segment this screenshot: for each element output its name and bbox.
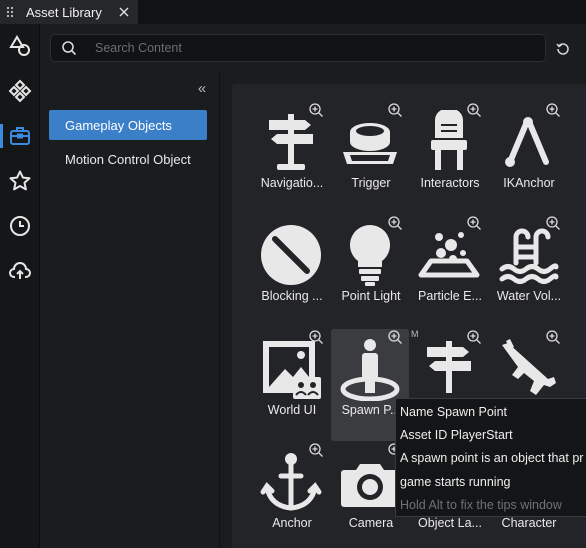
zoom-in-icon[interactable] [545,215,561,231]
title-tab-bar: Asset Library [0,0,586,24]
zoom-in-icon[interactable] [466,215,482,231]
asset-tile-world-ui[interactable]: World UI [252,329,330,441]
rail-toolbox-button[interactable] [0,116,40,156]
rail-favorites-button[interactable] [0,161,40,201]
refresh-icon[interactable] [552,38,574,60]
asset-tile-blocking[interactable]: Blocking ... [252,215,330,327]
zoom-in-icon[interactable] [466,329,482,345]
asset-tile-interactors[interactable]: Interactors [410,102,488,214]
blocking-volume-icon [261,225,321,285]
asset-label: IKAnchor [503,176,555,190]
asset-label: Navigatio... [260,176,324,190]
asset-tile-ikanchor[interactable]: IKAnchor [489,102,567,214]
asset-tile-water-volume[interactable]: Water Vol... [489,215,567,327]
rail-component-button[interactable] [0,71,40,111]
asset-label: World UI [267,403,317,417]
shapes-icon [9,35,30,56]
world-ui-icon [263,341,321,399]
rail-upload-button[interactable] [0,251,40,291]
anchor-icon [260,453,322,511]
zoom-in-icon[interactable] [387,215,403,231]
zoom-in-icon[interactable] [387,102,403,118]
left-rail [0,24,40,548]
asset-tile-point-light[interactable]: Point Light [331,215,409,327]
zoom-in-icon[interactable] [308,329,324,345]
asset-tile-navigation[interactable]: Navigatio... [252,102,330,214]
asset-tile-anchor[interactable]: Anchor [252,442,330,548]
asset-tile-trigger[interactable]: Trigger [331,102,409,214]
asset-label: Blocking ... [261,289,323,303]
light-bulb-icon [350,225,390,286]
camera-icon [341,464,399,507]
toolbox-icon [10,127,30,145]
zoom-in-icon[interactable] [308,442,324,458]
rail-shapes-button[interactable] [0,26,40,66]
search-bar [50,34,546,62]
tab-title: Asset Library [26,4,102,20]
zoom-in-icon[interactable] [308,102,324,118]
zoom-in-icon[interactable] [387,329,403,345]
cloud-upload-icon [9,262,31,279]
asset-tooltip: Name Spawn Point Asset ID PlayerStart A … [395,398,586,517]
asset-label: Particle E... [418,289,482,303]
spawn-point-icon [340,339,400,401]
rail-recent-button[interactable] [0,206,40,246]
search-input[interactable] [95,41,525,55]
drag-grip-icon[interactable] [0,0,20,24]
asset-label: Point Light [341,289,401,303]
category-gameplay-objects[interactable]: Gameplay Objects [49,110,207,140]
search-icon [51,35,87,61]
particle-emitter-icon [418,232,480,278]
asset-label: Trigger [351,176,391,190]
zoom-in-icon[interactable] [545,102,561,118]
category-motion-control-object[interactable]: Motion Control Object [49,144,207,174]
zoom-in-icon[interactable] [466,102,482,118]
trigger-button-icon [343,123,397,164]
water-volume-icon [499,228,559,284]
signpost-icon [269,114,313,170]
tooltip-description-line-2: game starts running [400,474,511,489]
tooltip-name: Name Spawn Point [400,405,508,419]
asset-library-tab[interactable]: Asset Library [0,0,138,24]
component-icon [8,79,32,103]
zoom-in-icon[interactable] [545,329,561,345]
collapse-panel-icon[interactable]: « [192,80,212,97]
ik-anchor-icon [505,117,549,167]
asset-tile-particle-emitter[interactable]: Particle E... [410,215,488,327]
tooltip-description-line-1: A spawn point is an object that pr [400,451,584,466]
tooltip-asset-id: Asset ID PlayerStart [400,428,513,443]
asset-label: Camera [348,516,394,530]
interactor-icon [431,110,467,170]
star-icon [9,170,31,191]
close-icon[interactable] [116,3,132,21]
asset-label: Interactors [420,176,480,190]
rifle-icon [502,339,556,395]
asset-label: Anchor [272,516,312,530]
category-panel: « Gameplay Objects Motion Control Object [40,72,220,548]
tooltip-hint: Hold Alt to fix the tips window [400,497,562,512]
asset-label: Water Vol... [496,289,562,303]
signpost-icon [427,341,471,393]
clock-icon [10,216,30,236]
